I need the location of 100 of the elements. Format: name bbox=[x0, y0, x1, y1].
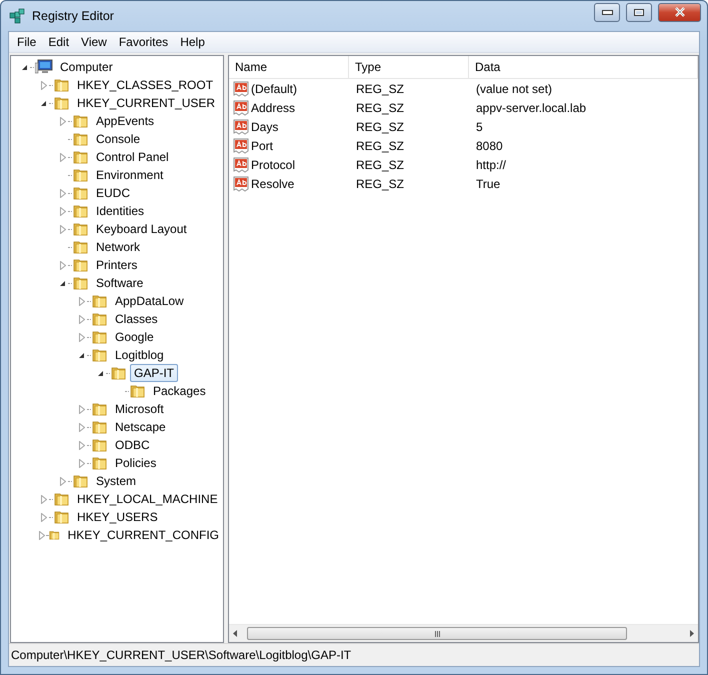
menu-item[interactable]: Edit bbox=[42, 35, 76, 49]
close-icon bbox=[674, 7, 686, 17]
menu-item[interactable]: Favorites bbox=[112, 35, 174, 49]
close-button[interactable] bbox=[658, 2, 701, 22]
table-cell-text: REG_SZ bbox=[355, 176, 406, 190]
tree-item[interactable]: AppDataLow bbox=[111, 292, 188, 310]
folder-icon bbox=[92, 329, 108, 345]
value-name: Protocol bbox=[251, 158, 296, 172]
tree-item[interactable]: HKEY_LOCAL_MACHINE bbox=[73, 490, 222, 508]
table-cell-text: http:// bbox=[475, 158, 508, 172]
tree-item[interactable]: Network bbox=[92, 238, 144, 256]
folder-icon bbox=[73, 113, 89, 129]
value-name: Resolve bbox=[251, 176, 294, 190]
maximize-button[interactable] bbox=[626, 2, 652, 22]
expand-arrow-icon[interactable] bbox=[60, 476, 66, 486]
folder-icon bbox=[92, 401, 108, 417]
table-cell-text: REG_SZ bbox=[355, 100, 406, 114]
tree-item[interactable]: Identities bbox=[92, 202, 148, 220]
folder-icon bbox=[73, 203, 89, 219]
window-title: Registry Editor bbox=[32, 9, 115, 23]
menu-item[interactable]: Help bbox=[174, 35, 211, 49]
tree-item[interactable]: EUDC bbox=[92, 184, 134, 202]
expand-arrow-icon[interactable] bbox=[60, 260, 66, 270]
string-value-icon bbox=[233, 100, 249, 116]
value-name: Days bbox=[251, 120, 278, 134]
string-value-icon bbox=[233, 118, 249, 134]
status-path: Computer\HKEY_CURRENT_USER\Software\Logitblog\GAP-IT bbox=[11, 648, 352, 662]
table-cell-text: appv-server.local.lab bbox=[475, 100, 588, 114]
tree-item[interactable]: Netscape bbox=[111, 418, 170, 436]
tree-item[interactable]: Classes bbox=[111, 310, 162, 328]
column-header[interactable]: Type bbox=[349, 56, 469, 78]
tree-item[interactable]: Packages bbox=[149, 382, 210, 400]
folder-icon bbox=[54, 77, 70, 93]
value-name: Address bbox=[251, 100, 296, 114]
tree-item[interactable]: HKEY_USERS bbox=[73, 508, 162, 526]
folder-icon bbox=[73, 131, 89, 147]
tree-item[interactable]: Software bbox=[92, 274, 148, 292]
tree-item[interactable]: HKEY_CURRENT_USER bbox=[73, 94, 220, 112]
tree-item[interactable]: Logitblog bbox=[111, 346, 168, 364]
folder-icon bbox=[73, 167, 89, 183]
folder-icon bbox=[92, 347, 108, 363]
registry-editor-icon bbox=[9, 8, 26, 24]
folder-icon bbox=[92, 455, 108, 471]
tree-item[interactable]: System bbox=[92, 472, 140, 490]
expand-arrow-icon[interactable] bbox=[40, 80, 46, 90]
table-cell-text: 5 bbox=[475, 120, 484, 134]
tree-item[interactable]: GAP-IT bbox=[130, 364, 178, 382]
folder-icon bbox=[73, 257, 89, 273]
minimize-button[interactable] bbox=[594, 2, 620, 22]
tree-item[interactable]: Printers bbox=[92, 256, 142, 274]
value-name: (Default) bbox=[251, 82, 298, 96]
string-value-icon bbox=[233, 138, 249, 154]
tree-item[interactable]: Keyboard Layout bbox=[92, 220, 191, 238]
column-header[interactable]: Data bbox=[469, 56, 698, 78]
table-cell-text: REG_SZ bbox=[355, 138, 406, 152]
scroll-thumb[interactable] bbox=[247, 627, 627, 640]
computer-icon bbox=[35, 59, 53, 75]
folder-icon bbox=[54, 95, 70, 111]
folder-icon bbox=[73, 221, 89, 237]
horizontal-scrollbar[interactable] bbox=[229, 624, 698, 642]
string-value-icon bbox=[233, 80, 249, 96]
tree-item[interactable]: HKEY_CURRENT_CONFIG bbox=[64, 526, 223, 544]
folder-icon bbox=[92, 293, 108, 309]
string-value-icon bbox=[233, 156, 249, 172]
table-cell-text: (value not set) bbox=[475, 82, 554, 96]
folder-icon bbox=[73, 275, 89, 291]
folder-icon bbox=[73, 239, 89, 255]
menu-item[interactable]: File bbox=[11, 35, 42, 49]
collapse-arrow-icon[interactable] bbox=[97, 370, 104, 376]
tree-item[interactable]: Computer bbox=[56, 58, 117, 76]
folder-icon bbox=[73, 473, 89, 489]
folder-icon bbox=[92, 311, 108, 327]
folder-icon bbox=[54, 509, 70, 525]
collapse-arrow-icon[interactable] bbox=[78, 352, 85, 358]
table-cell-text: True bbox=[475, 176, 502, 190]
expand-arrow-icon[interactable] bbox=[60, 152, 66, 162]
tree-item[interactable]: AppEvents bbox=[92, 112, 158, 130]
collapse-arrow-icon[interactable] bbox=[40, 100, 47, 106]
tree-item[interactable]: HKEY_CLASSES_ROOT bbox=[73, 76, 218, 94]
column-header[interactable]: Name bbox=[229, 56, 349, 78]
tree-item[interactable]: Control Panel bbox=[92, 148, 173, 166]
folder-icon bbox=[111, 365, 127, 381]
folder-icon bbox=[130, 383, 146, 399]
tree-item[interactable]: Console bbox=[92, 130, 144, 148]
tree-item[interactable]: ODBC bbox=[111, 436, 154, 454]
menu-item[interactable]: View bbox=[75, 35, 113, 49]
collapse-arrow-icon[interactable] bbox=[59, 280, 66, 286]
expand-arrow-icon[interactable] bbox=[60, 116, 66, 126]
table-cell-text: REG_SZ bbox=[355, 82, 406, 96]
collapse-arrow-icon[interactable] bbox=[21, 64, 28, 70]
table-cell-text: REG_SZ bbox=[355, 158, 406, 172]
tree-item[interactable]: Google bbox=[111, 328, 158, 346]
tree-item[interactable]: Policies bbox=[111, 454, 160, 472]
folder-icon bbox=[92, 437, 108, 453]
tree-item[interactable]: Microsoft bbox=[111, 400, 168, 418]
folder-icon bbox=[73, 149, 89, 165]
string-value-icon bbox=[233, 176, 249, 192]
folder-icon bbox=[54, 491, 70, 507]
folder-icon bbox=[92, 419, 108, 435]
tree-item[interactable]: Environment bbox=[92, 166, 168, 184]
